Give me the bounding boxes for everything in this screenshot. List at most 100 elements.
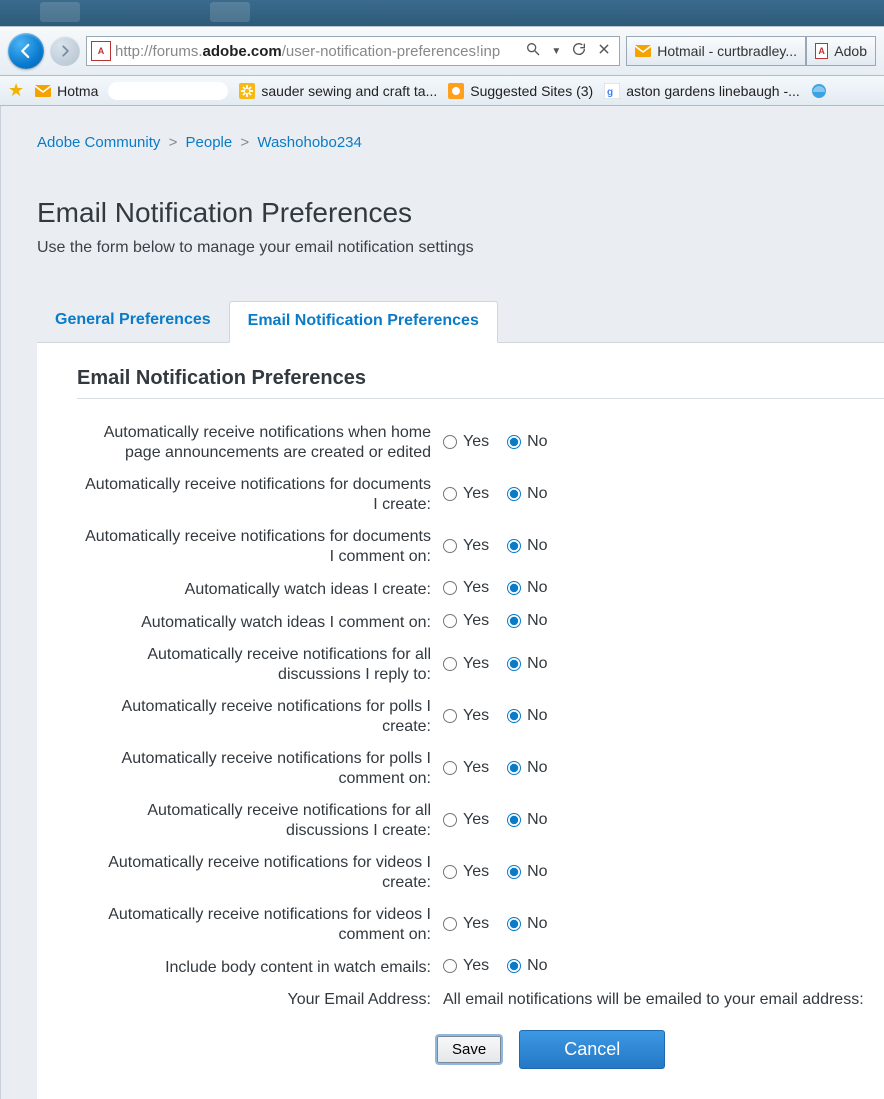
- radio-no[interactable]: [507, 581, 521, 595]
- search-icon[interactable]: [525, 41, 541, 62]
- breadcrumb-link[interactable]: People: [186, 134, 233, 151]
- page-subtitle: Use the form below to manage your email …: [37, 239, 884, 257]
- pref-option-yes[interactable]: Yes: [443, 537, 489, 555]
- pref-option-no[interactable]: No: [507, 537, 547, 555]
- pref-option-no[interactable]: No: [507, 433, 547, 451]
- page-body: Adobe Community > People > Washohobo234 …: [0, 106, 884, 1099]
- breadcrumb-link[interactable]: Adobe Community: [37, 134, 160, 151]
- radio-yes[interactable]: [443, 657, 457, 671]
- pref-option-no[interactable]: No: [507, 811, 547, 829]
- forward-button[interactable]: [50, 36, 80, 66]
- pref-option-yes[interactable]: Yes: [443, 433, 489, 451]
- pref-option-yes[interactable]: Yes: [443, 915, 489, 933]
- pref-options: Yes No: [437, 521, 884, 573]
- taskbar-icon: [210, 2, 250, 22]
- pref-label: Automatically receive notifications for …: [77, 691, 437, 743]
- arrow-right-icon: [58, 44, 72, 58]
- favorite-hotmail[interactable]: Hotma: [34, 82, 98, 100]
- stop-icon[interactable]: [597, 42, 611, 61]
- radio-yes[interactable]: [443, 581, 457, 595]
- pref-option-yes[interactable]: Yes: [443, 612, 489, 630]
- address-bar[interactable]: A http://forums.adobe.com/user-notificat…: [86, 36, 620, 66]
- url-domain: adobe.com: [203, 43, 282, 60]
- favorites-bar: ★ Hotma sauder sewing and craft ta... Su…: [0, 76, 884, 106]
- refresh-icon[interactable]: [571, 41, 587, 62]
- favorite-aston-gardens[interactable]: g aston gardens linebaugh -...: [603, 82, 800, 100]
- ie-icon[interactable]: [810, 82, 828, 100]
- radio-no[interactable]: [507, 487, 521, 501]
- radio-yes[interactable]: [443, 614, 457, 628]
- option-label: Yes: [463, 707, 489, 725]
- browser-tab-hotmail[interactable]: Hotmail - curtbradley...: [626, 36, 806, 66]
- pref-row: Automatically receive notifications for …: [77, 795, 884, 847]
- option-label: No: [527, 655, 547, 673]
- favorite-label: aston gardens linebaugh -...: [626, 83, 800, 99]
- favorite-suggested-sites[interactable]: Suggested Sites (3): [447, 82, 593, 100]
- svg-text:g: g: [607, 87, 613, 98]
- option-label: No: [527, 579, 547, 597]
- pref-option-yes[interactable]: Yes: [443, 863, 489, 881]
- radio-no[interactable]: [507, 435, 521, 449]
- option-label: No: [527, 537, 547, 555]
- radio-no[interactable]: [507, 865, 521, 879]
- dropdown-icon[interactable]: ▼: [551, 46, 561, 57]
- favorite-sauder[interactable]: sauder sewing and craft ta...: [238, 82, 437, 100]
- pref-option-yes[interactable]: Yes: [443, 579, 489, 597]
- radio-no[interactable]: [507, 917, 521, 931]
- panel-heading: Email Notification Preferences: [77, 367, 884, 399]
- pref-option-no[interactable]: No: [507, 485, 547, 503]
- pref-option-no[interactable]: No: [507, 915, 547, 933]
- url-text: http://forums.adobe.com/user-notificatio…: [115, 43, 515, 60]
- pref-option-yes[interactable]: Yes: [443, 707, 489, 725]
- pref-label: Automatically receive notifications for …: [77, 743, 437, 795]
- pref-option-no[interactable]: No: [507, 863, 547, 881]
- radio-yes[interactable]: [443, 487, 457, 501]
- browser-tab-label: Adob: [834, 43, 867, 59]
- radio-yes[interactable]: [443, 865, 457, 879]
- pref-row: Automatically receive notifications for …: [77, 639, 884, 691]
- favorites-star-icon[interactable]: ★: [8, 80, 24, 101]
- cancel-button[interactable]: Cancel: [519, 1030, 665, 1069]
- pref-options: Yes No: [437, 573, 884, 606]
- radio-yes[interactable]: [443, 761, 457, 775]
- option-label: Yes: [463, 811, 489, 829]
- pref-option-no[interactable]: No: [507, 759, 547, 777]
- radio-no[interactable]: [507, 657, 521, 671]
- radio-no[interactable]: [507, 813, 521, 827]
- pref-options: Yes No: [437, 469, 884, 521]
- radio-yes[interactable]: [443, 709, 457, 723]
- favorite-label: Suggested Sites (3): [470, 83, 593, 99]
- save-button[interactable]: Save: [437, 1036, 501, 1063]
- radio-yes[interactable]: [443, 959, 457, 973]
- radio-no[interactable]: [507, 761, 521, 775]
- tab-general-preferences[interactable]: General Preferences: [37, 301, 229, 342]
- radio-yes[interactable]: [443, 539, 457, 553]
- pref-option-no[interactable]: No: [507, 579, 547, 597]
- pref-option-yes[interactable]: Yes: [443, 957, 489, 975]
- radio-yes[interactable]: [443, 917, 457, 931]
- address-bar-controls: ▼: [515, 41, 619, 62]
- browser-tabs: Hotmail - curtbradley... A Adob: [626, 36, 876, 66]
- radio-no[interactable]: [507, 539, 521, 553]
- pref-option-yes[interactable]: Yes: [443, 655, 489, 673]
- preferences-table: Automatically receive notifications when…: [77, 417, 884, 1016]
- pref-option-no[interactable]: No: [507, 707, 547, 725]
- breadcrumb-link[interactable]: Washohobo234: [257, 134, 362, 151]
- radio-yes[interactable]: [443, 435, 457, 449]
- pref-row: Automatically receive notifications for …: [77, 743, 884, 795]
- pref-label: Automatically receive notifications for …: [77, 847, 437, 899]
- pref-option-yes[interactable]: Yes: [443, 811, 489, 829]
- radio-no[interactable]: [507, 614, 521, 628]
- pref-option-no[interactable]: No: [507, 957, 547, 975]
- browser-tab-adobe[interactable]: A Adob: [806, 36, 876, 66]
- radio-yes[interactable]: [443, 813, 457, 827]
- radio-no[interactable]: [507, 959, 521, 973]
- tab-email-notification-preferences[interactable]: Email Notification Preferences: [229, 301, 498, 343]
- back-button[interactable]: [8, 33, 44, 69]
- pref-option-yes[interactable]: Yes: [443, 759, 489, 777]
- favorite-label: Hotma: [57, 83, 98, 99]
- pref-option-no[interactable]: No: [507, 612, 547, 630]
- pref-option-yes[interactable]: Yes: [443, 485, 489, 503]
- pref-option-no[interactable]: No: [507, 655, 547, 673]
- radio-no[interactable]: [507, 709, 521, 723]
